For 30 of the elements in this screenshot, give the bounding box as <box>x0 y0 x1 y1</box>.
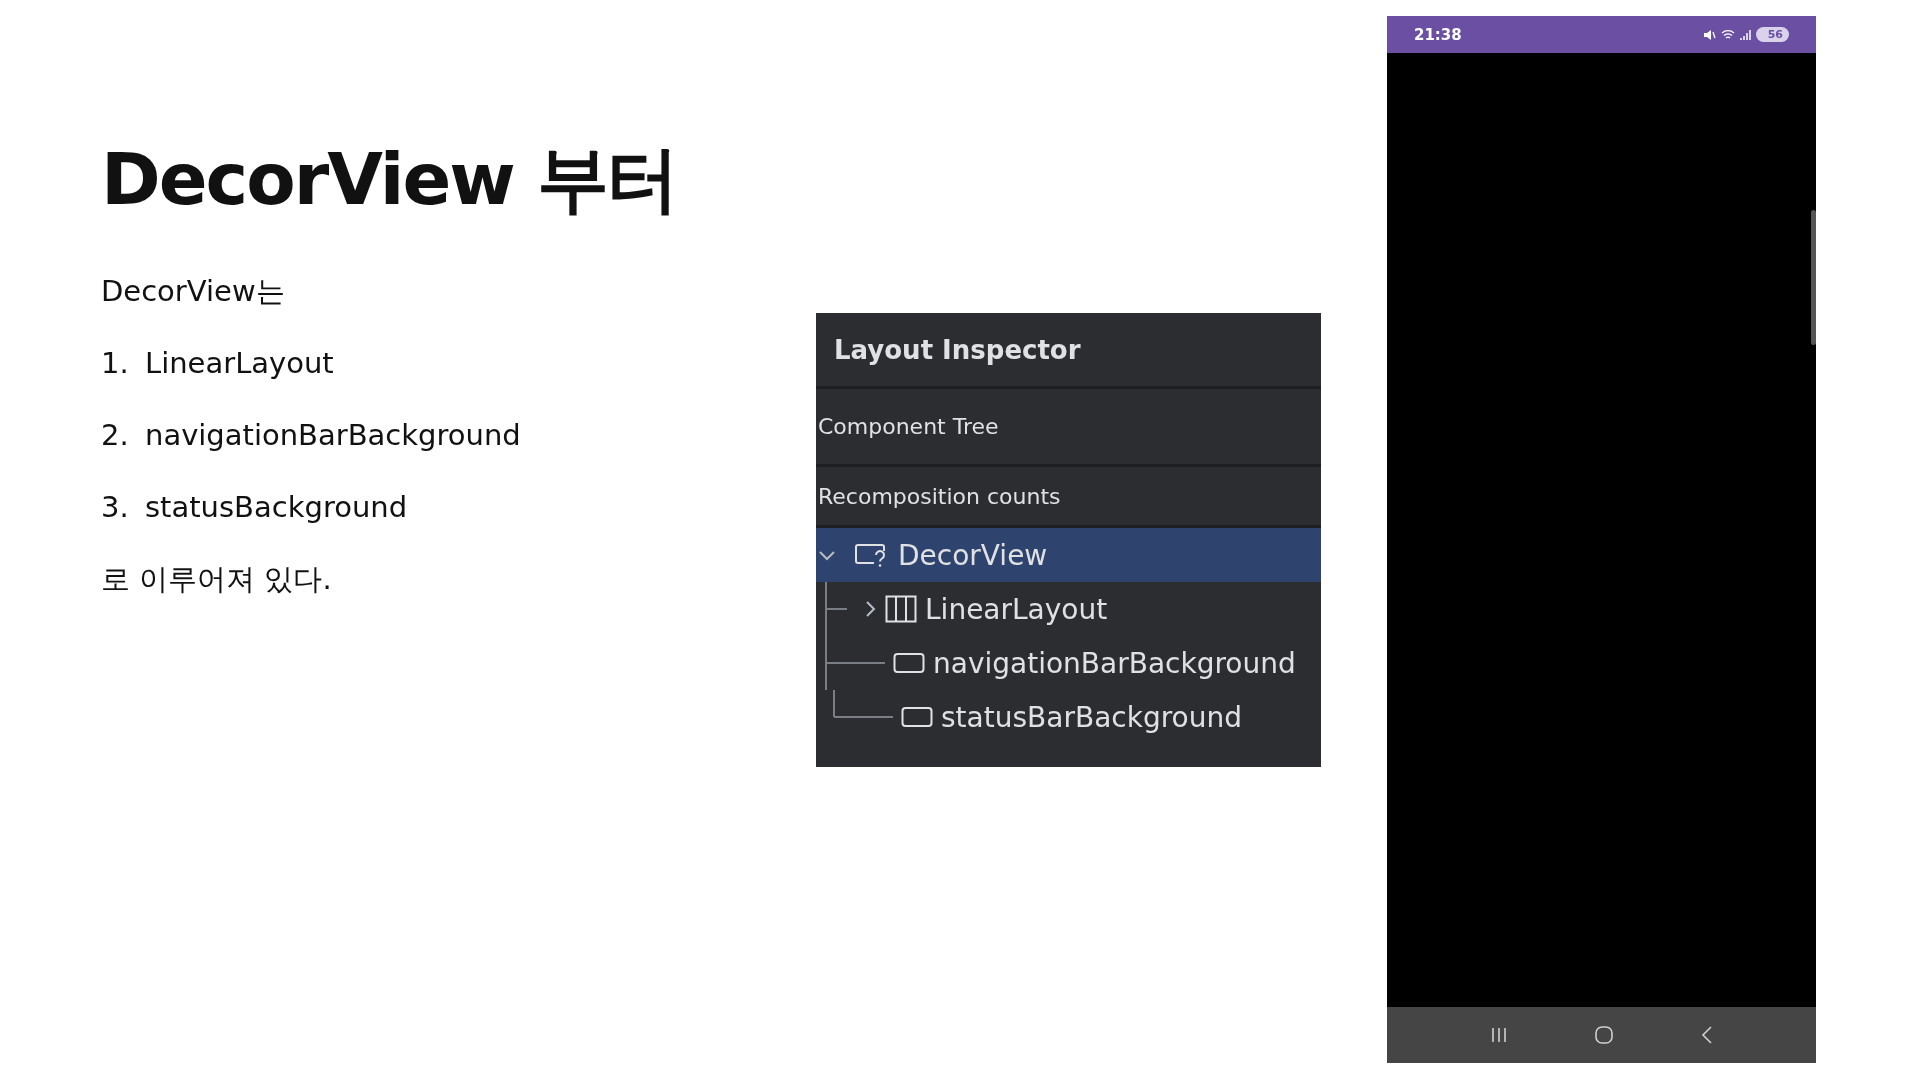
mute-icon <box>1702 28 1716 41</box>
chevron-right-icon[interactable] <box>864 600 876 618</box>
scrollbar[interactable] <box>1811 210 1816 345</box>
list-item-text: LinearLayout <box>145 345 334 383</box>
list-item-text: navigationBarBackground <box>145 417 521 455</box>
slide-title: DecorView 부터 <box>101 140 678 220</box>
rectangle-icon <box>901 706 933 728</box>
conclusion-text: 로 이루어져 있다. <box>101 561 333 599</box>
tree-row[interactable]: LinearLayout <box>816 582 1321 636</box>
columns-icon <box>885 595 917 623</box>
home-icon[interactable] <box>1594 1025 1615 1045</box>
list-number: 3. <box>101 489 130 527</box>
panel-title: Layout Inspector <box>834 334 1081 365</box>
status-time: 21:38 <box>1414 25 1462 44</box>
tree-row[interactable]: statusBarBackground <box>816 690 1321 744</box>
rectangle-icon <box>893 652 925 674</box>
battery-level: 56 <box>1755 27 1789 42</box>
tree-row[interactable]: navigationBarBackground <box>816 636 1321 690</box>
wifi-icon <box>1720 28 1735 41</box>
signal-icon <box>1739 28 1751 41</box>
tree-row[interactable]: DecorView <box>816 528 1321 582</box>
intro-text: DecorView는 <box>101 273 286 311</box>
list-number: 1. <box>101 345 130 383</box>
section-label[interactable]: Recomposition counts <box>818 483 1061 509</box>
list-number: 2. <box>101 417 130 455</box>
chevron-down-icon[interactable] <box>818 549 836 561</box>
back-icon[interactable] <box>1700 1026 1713 1044</box>
list-item-text: statusBackground <box>145 489 408 527</box>
recent-apps-icon[interactable] <box>1490 1027 1509 1043</box>
section-label[interactable]: Component Tree <box>818 414 999 439</box>
